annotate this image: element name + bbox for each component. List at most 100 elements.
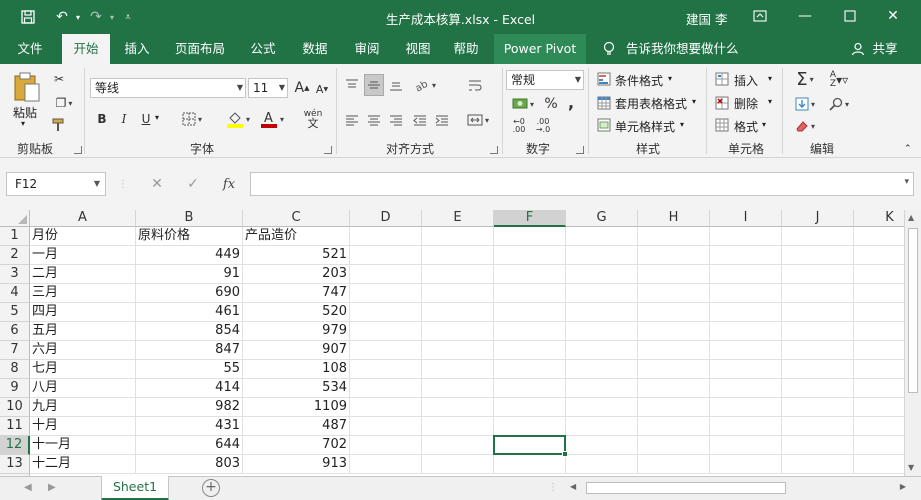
number-launcher-icon[interactable] [576,146,584,154]
tell-me-search[interactable]: 告诉我你想要做什么 [626,34,740,64]
font-color-icon[interactable]: A ▾ [256,108,288,130]
cell-J11[interactable] [782,417,854,436]
formula-input[interactable]: ▾ [250,172,914,196]
cell-K8[interactable] [854,360,904,379]
orientation-icon[interactable]: ab ▾ [410,74,440,96]
row-header[interactable]: 9 [0,379,30,398]
row-header[interactable]: 4 [0,284,30,303]
row-header[interactable]: 6 [0,322,30,341]
close-icon[interactable]: ✕ [879,6,907,26]
column-header-h[interactable]: H [638,210,710,227]
cell-F10[interactable] [494,398,566,417]
cell-A10[interactable]: 九月 [30,398,136,417]
fill-down-icon[interactable]: ▾ [790,94,820,114]
cell-K7[interactable] [854,341,904,360]
insert-cells-label[interactable]: 插入 [734,72,758,89]
percent-style-button[interactable]: % [542,94,560,114]
cell-G11[interactable] [566,417,638,436]
cell-C13[interactable]: 913 [243,455,350,474]
cell-J3[interactable] [782,265,854,284]
conditional-formatting-dropdown-icon[interactable]: ▾ [668,74,672,83]
cell-H10[interactable] [638,398,710,417]
scroll-up-icon[interactable]: ▲ [908,213,914,222]
delete-cells-dropdown-icon[interactable]: ▾ [768,97,772,106]
underline-button[interactable]: U [138,110,154,128]
decrease-indent-icon[interactable] [410,110,430,130]
cell-K1[interactable] [854,227,904,246]
cell-B3[interactable]: 91 [136,265,243,284]
increase-indent-icon[interactable] [432,110,452,130]
share-person-icon[interactable] [850,34,866,64]
cell-A7[interactable]: 六月 [30,341,136,360]
scroll-down-icon[interactable]: ▼ [908,463,914,472]
cell-A5[interactable]: 四月 [30,303,136,322]
cell-I1[interactable] [710,227,782,246]
column-header-b[interactable]: B [136,210,243,227]
cell-J2[interactable] [782,246,854,265]
cell-B2[interactable]: 449 [136,246,243,265]
bold-button[interactable]: B [94,110,110,128]
borders-icon[interactable]: ▾ [178,110,206,128]
tab-insert[interactable]: 插入 [114,34,160,64]
cell-E5[interactable] [422,303,494,322]
cell-E6[interactable] [422,322,494,341]
cell-A9[interactable]: 八月 [30,379,136,398]
cell-F4[interactable] [494,284,566,303]
cell-D2[interactable] [350,246,422,265]
cell-B4[interactable]: 690 [136,284,243,303]
column-header-i[interactable]: I [710,210,782,227]
cell-D4[interactable] [350,284,422,303]
cell-I4[interactable] [710,284,782,303]
cell-F13[interactable] [494,455,566,474]
tab-view[interactable]: 视图 [396,34,440,64]
cell-A11[interactable]: 十月 [30,417,136,436]
cell-E1[interactable] [422,227,494,246]
cell-E9[interactable] [422,379,494,398]
worksheet-grid[interactable]: A B C D E F G H I J K 1 月份 原料价格 产品造价 2 一月 449 521 3 二月 91 203 4… [0,210,904,476]
wrap-text-icon[interactable] [464,74,486,96]
expand-formula-bar-icon[interactable]: ▾ [904,177,909,187]
cell-K12[interactable] [854,436,904,455]
copy-icon[interactable]: ❐ ▾ [50,94,78,112]
insert-function-icon[interactable]: fx [220,174,238,194]
prev-sheet-icon[interactable]: ◀ [24,482,32,493]
cell-J6[interactable] [782,322,854,341]
increase-font-icon[interactable]: A ▲ [294,78,310,98]
cell-I2[interactable] [710,246,782,265]
cell-B10[interactable]: 982 [136,398,243,417]
cell-D6[interactable] [350,322,422,341]
column-header-f[interactable]: F [494,210,566,227]
format-as-table-label[interactable]: 套用表格格式 [615,95,687,112]
tab-file[interactable]: 文件 [8,34,52,64]
delete-cells-icon[interactable] [714,94,730,112]
underline-dropdown-icon[interactable]: ▾ [155,113,159,122]
cell-H4[interactable] [638,284,710,303]
tab-power-pivot[interactable]: Power Pivot [494,34,586,64]
cell-I7[interactable] [710,341,782,360]
cell-E3[interactable] [422,265,494,284]
cell-D12[interactable] [350,436,422,455]
cell-F11[interactable] [494,417,566,436]
cell-styles-icon[interactable] [596,116,612,134]
cell-I12[interactable] [710,436,782,455]
cell-K4[interactable] [854,284,904,303]
conditional-formatting-label[interactable]: 条件格式 [615,72,663,89]
paste-icon[interactable] [10,70,44,104]
cell-G6[interactable] [566,322,638,341]
cell-B6[interactable]: 854 [136,322,243,341]
tab-help[interactable]: 帮助 [444,34,488,64]
cell-J13[interactable] [782,455,854,474]
cell-G2[interactable] [566,246,638,265]
cell-styles-dropdown-icon[interactable]: ▾ [680,120,684,129]
format-painter-icon[interactable] [50,116,68,134]
column-header-g[interactable]: G [566,210,638,227]
cell-B1[interactable]: 原料价格 [136,227,243,246]
sort-filter-icon[interactable]: A Z ▾▿ [824,70,854,90]
vertical-scrollbar[interactable]: ▲ ▼ [904,210,921,476]
decrease-font-icon[interactable]: A ▼ [314,80,330,98]
font-launcher-icon[interactable] [324,146,332,154]
cell-J7[interactable] [782,341,854,360]
row-header[interactable]: 2 [0,246,30,265]
cell-G1[interactable] [566,227,638,246]
cell-B8[interactable]: 55 [136,360,243,379]
